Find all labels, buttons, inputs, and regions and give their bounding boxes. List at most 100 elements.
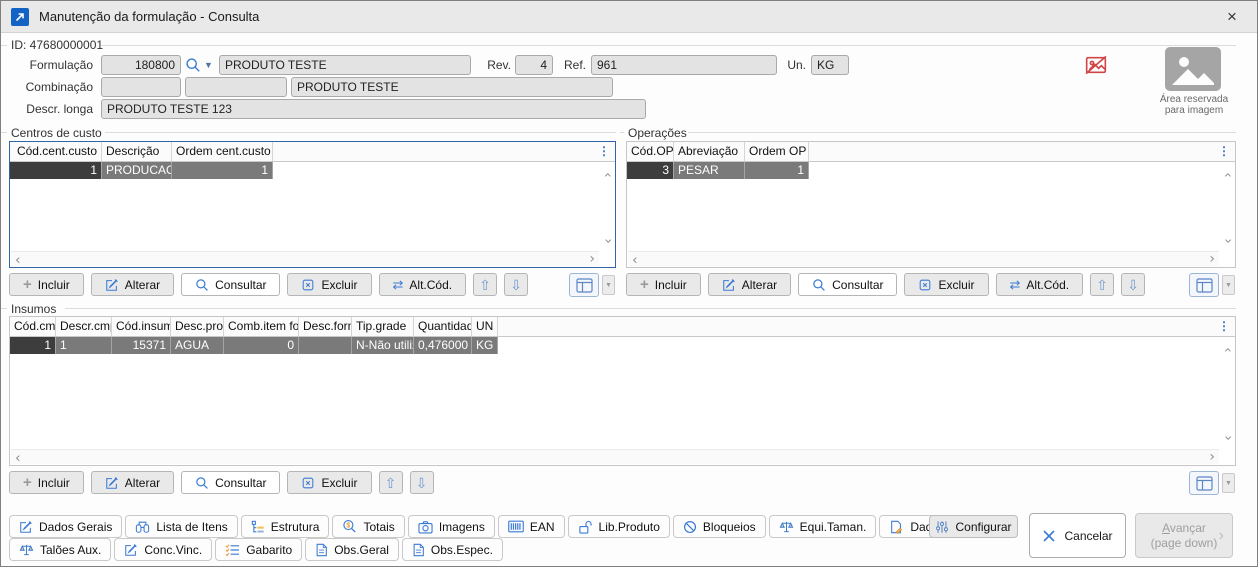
scroll-left-icon[interactable]: ›: [632, 253, 638, 267]
incluir-button[interactable]: +Incluir: [9, 273, 84, 296]
scroll-up-icon[interactable]: ›: [1221, 347, 1235, 353]
cancelar-button[interactable]: Cancelar: [1029, 513, 1126, 558]
excluir-button[interactable]: Excluir: [904, 273, 988, 296]
scroll-down-icon[interactable]: ›: [1221, 238, 1235, 244]
scroll-right-icon[interactable]: ›: [1209, 450, 1215, 464]
cell-ordem-op[interactable]: 1: [745, 162, 809, 179]
column-header[interactable]: Tip.grade: [352, 317, 414, 336]
consultar-button[interactable]: Consultar: [181, 273, 280, 296]
table-row-selected[interactable]: 1 1 15371 AGUA 0 N-Não utiliza 0,476000 …: [10, 337, 1235, 354]
grid-layout-button[interactable]: [569, 273, 599, 297]
column-header[interactable]: Cód.OP: [627, 142, 674, 161]
cell-cod-insumo[interactable]: 15371: [112, 337, 171, 354]
column-header[interactable]: Quantidade: [414, 317, 472, 336]
cell-comb-item-form[interactable]: 0: [224, 337, 299, 354]
no-image-icon[interactable]: [1085, 55, 1107, 75]
totais-button[interactable]: $Totais: [332, 515, 404, 538]
column-header[interactable]: Ordem cent.custo: [172, 142, 273, 161]
search-icon[interactable]: [185, 57, 201, 73]
insumos-table[interactable]: Cód.cmp Descr.cmp Cód.insumo Desc.prod C…: [9, 316, 1236, 466]
obs-espec-button[interactable]: Obs.Espec.: [402, 538, 503, 561]
horizontal-scrollbar[interactable]: › ›: [11, 449, 1219, 464]
grid-dropdown-icon[interactable]: ▼: [1222, 473, 1235, 493]
close-icon[interactable]: ×: [1217, 7, 1247, 27]
ean-button[interactable]: EAN: [498, 515, 565, 538]
consultar-button[interactable]: Consultar: [798, 273, 897, 296]
cell-descr-cmp[interactable]: 1: [56, 337, 112, 354]
grid-options-icon[interactable]: ⋮: [1218, 145, 1230, 157]
incluir-button[interactable]: +Incluir: [9, 471, 84, 494]
descr-longa-field[interactable]: PRODUTO TESTE 123: [101, 99, 646, 119]
scroll-up-icon[interactable]: ›: [601, 172, 615, 178]
scroll-left-icon[interactable]: ›: [15, 451, 21, 465]
table-row-selected[interactable]: 1 PRODUCAO 1: [10, 162, 615, 179]
alt-cod-button[interactable]: ⇄Alt.Cód.: [379, 273, 467, 296]
cell-cod-cmp[interactable]: 1: [10, 337, 56, 354]
excluir-button[interactable]: Excluir: [287, 471, 371, 494]
move-up-button[interactable]: ⇧: [379, 471, 403, 494]
column-header[interactable]: Desc.prod: [171, 317, 224, 336]
horizontal-scrollbar[interactable]: › ›: [628, 251, 1219, 266]
ref-field[interactable]: 961: [591, 55, 777, 75]
bloqueios-button[interactable]: Bloqueios: [673, 515, 766, 538]
scroll-down-icon[interactable]: ›: [1221, 435, 1235, 441]
un-field[interactable]: KG: [811, 55, 849, 75]
column-header[interactable]: Cód.cent.custo: [10, 142, 102, 161]
consultar-button[interactable]: Consultar: [181, 471, 280, 494]
alterar-button[interactable]: Alterar: [91, 471, 174, 494]
column-header[interactable]: Ordem OP: [745, 142, 809, 161]
horizontal-scrollbar[interactable]: › ›: [11, 251, 599, 266]
cell-abreviacao[interactable]: PESAR: [674, 162, 745, 179]
chevron-down-icon[interactable]: ▼: [204, 60, 213, 70]
column-header[interactable]: Cód.insumo: [112, 317, 171, 336]
taloes-aux-button[interactable]: Talões Aux.: [9, 538, 111, 561]
lista-de-itens-button[interactable]: Lista de Itens: [125, 515, 237, 538]
cell-cod-cent-custo[interactable]: 1: [10, 162, 102, 179]
table-row-selected[interactable]: 3 PESAR 1: [627, 162, 1235, 179]
combinacao-field-2[interactable]: [185, 77, 287, 97]
imagens-button[interactable]: Imagens: [408, 515, 495, 538]
cell-tip-grade[interactable]: N-Não utiliza: [352, 337, 414, 354]
move-down-button[interactable]: ⇩: [504, 273, 528, 296]
move-down-button[interactable]: ⇩: [1121, 273, 1145, 296]
column-header[interactable]: Descrição: [102, 142, 172, 161]
estrutura-button[interactable]: Estrutura: [241, 515, 330, 538]
operacoes-table[interactable]: Cód.OP Abreviação Ordem OP 3 PESAR 1 ⋮ ›…: [626, 141, 1236, 268]
formulacao-code-field[interactable]: 180800: [101, 55, 181, 75]
column-header[interactable]: Abreviação: [674, 142, 745, 161]
move-up-button[interactable]: ⇧: [473, 273, 497, 296]
scroll-down-icon[interactable]: ›: [601, 238, 615, 244]
conc-vinc-button[interactable]: Conc.Vinc.: [114, 538, 212, 561]
grid-dropdown-icon[interactable]: ▼: [602, 275, 615, 295]
gabarito-button[interactable]: Gabarito: [215, 538, 302, 561]
configurar-button[interactable]: Configurar: [929, 515, 1018, 538]
avancar-button[interactable]: Avançar (page down) ›: [1135, 513, 1233, 558]
grid-layout-button[interactable]: [1189, 471, 1219, 495]
column-header[interactable]: Descr.cmp: [56, 317, 112, 336]
cell-desc-prod[interactable]: AGUA: [171, 337, 224, 354]
combinacao-field-1[interactable]: [101, 77, 181, 97]
move-up-button[interactable]: ⇧: [1090, 273, 1114, 296]
dados-gerais-button[interactable]: Dados Gerais: [9, 515, 122, 538]
scroll-right-icon[interactable]: ›: [589, 252, 595, 266]
obs-geral-button[interactable]: Obs.Geral: [305, 538, 399, 561]
grid-options-icon[interactable]: ⋮: [1218, 320, 1230, 332]
column-header[interactable]: Comb.item form: [224, 317, 299, 336]
cell-cod-op[interactable]: 3: [627, 162, 674, 179]
excluir-button[interactable]: Excluir: [287, 273, 371, 296]
cell-un[interactable]: KG: [472, 337, 498, 354]
equi-taman-button[interactable]: Equi.Taman.: [769, 515, 877, 538]
grid-layout-button[interactable]: [1189, 273, 1219, 297]
formulacao-desc-field[interactable]: PRODUTO TESTE: [219, 55, 471, 75]
cell-descricao[interactable]: PRODUCAO: [102, 162, 172, 179]
column-header[interactable]: Desc.form: [299, 317, 352, 336]
grid-options-icon[interactable]: ⋮: [598, 145, 610, 157]
combinacao-desc-field[interactable]: PRODUTO TESTE: [291, 77, 613, 97]
cell-desc-form[interactable]: [299, 337, 352, 354]
column-header[interactable]: UN: [472, 317, 498, 336]
alterar-button[interactable]: Alterar: [708, 273, 791, 296]
grid-dropdown-icon[interactable]: ▼: [1222, 275, 1235, 295]
lib-produto-button[interactable]: Lib.Produto: [568, 515, 670, 538]
cell-ordem[interactable]: 1: [172, 162, 273, 179]
column-header[interactable]: Cód.cmp: [10, 317, 56, 336]
